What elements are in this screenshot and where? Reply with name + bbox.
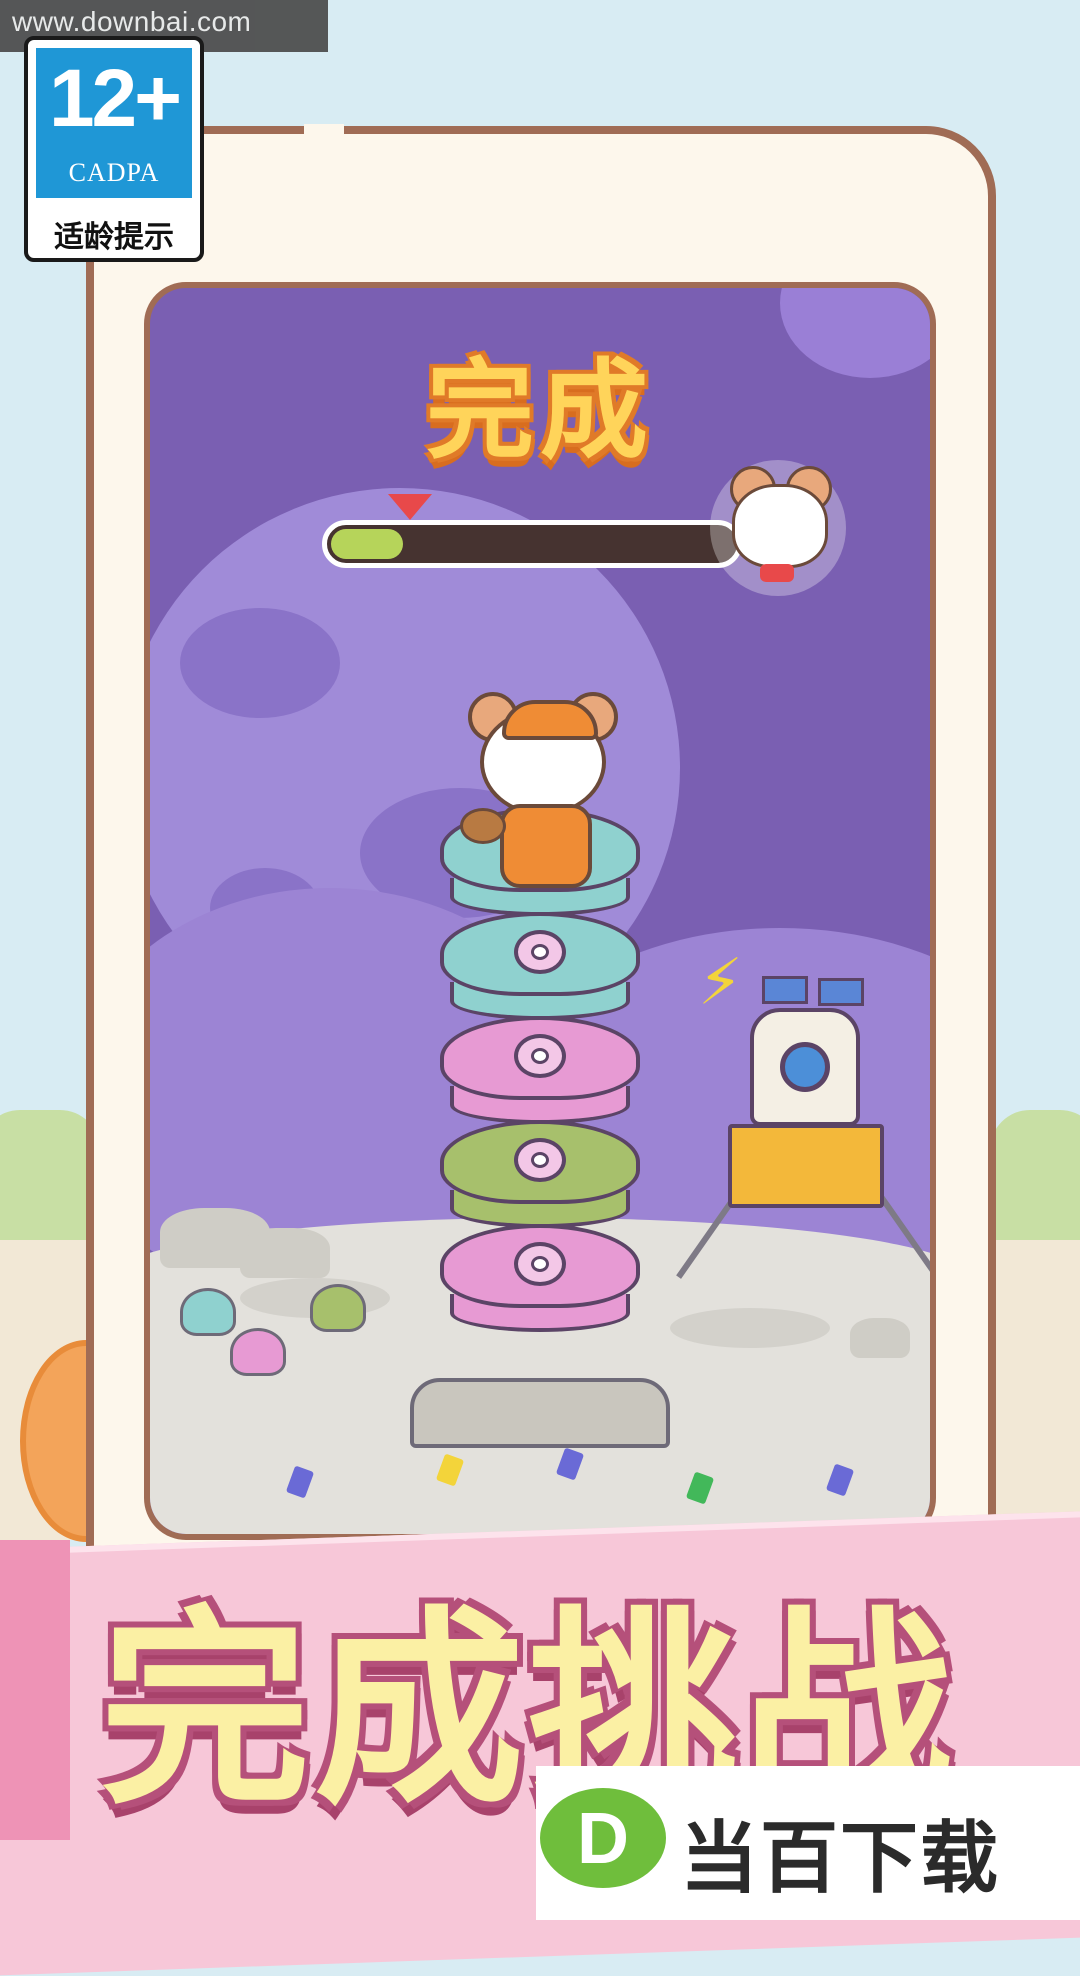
background-hedge-right	[990, 1110, 1080, 1250]
stacked-octopus	[440, 1120, 640, 1228]
brand-name: 当百下载	[680, 1814, 1001, 1904]
moon-crater	[180, 608, 340, 718]
rock	[850, 1318, 910, 1358]
rock-pedestal	[410, 1378, 670, 1448]
mini-octopus	[230, 1328, 286, 1376]
rock	[240, 1228, 330, 1278]
promo-ribbon-edge	[0, 1540, 70, 1840]
age-rating-number: 12+	[48, 53, 182, 144]
solar-panel-icon	[818, 978, 864, 1006]
lander-base	[728, 1124, 884, 1208]
brand-logo-letter: D	[577, 1799, 629, 1879]
bow-icon	[760, 564, 794, 582]
eye-icon	[514, 1034, 566, 1078]
hamster-body	[500, 804, 592, 888]
background-hedge-left	[0, 1110, 100, 1250]
level-progress-fill	[331, 529, 403, 559]
crater	[670, 1308, 830, 1348]
stacked-octopus	[440, 1224, 640, 1332]
eye-icon	[514, 1138, 566, 1182]
mini-octopus	[310, 1284, 366, 1332]
lightning-icon: ⚡	[698, 946, 743, 1020]
goal-hamster-icon	[732, 484, 828, 568]
brand-logo-icon: D	[540, 1788, 666, 1888]
age-rating-org: CADPA	[68, 158, 160, 187]
game-screen: 完成 ⚡	[144, 282, 936, 1540]
complete-title: 完成	[425, 349, 654, 474]
mini-octopus	[180, 1288, 236, 1336]
progress-marker-icon	[388, 494, 432, 520]
cap-icon	[502, 700, 598, 740]
phone-frame-gap	[304, 124, 344, 140]
eye-icon	[514, 930, 566, 974]
stacked-octopus	[440, 912, 640, 1020]
age-rating-tip: 适龄提示	[54, 220, 174, 255]
lander-window	[780, 1042, 830, 1092]
site-watermark-text: www.downbai.com	[12, 6, 252, 37]
age-rating-badge: 12+ CADPA 适龄提示	[24, 36, 204, 262]
level-progress-bar	[322, 520, 742, 568]
stacked-octopus	[440, 1016, 640, 1124]
eye-icon	[514, 1242, 566, 1286]
solar-panel-icon	[762, 976, 808, 1004]
burger-icon	[460, 808, 506, 844]
